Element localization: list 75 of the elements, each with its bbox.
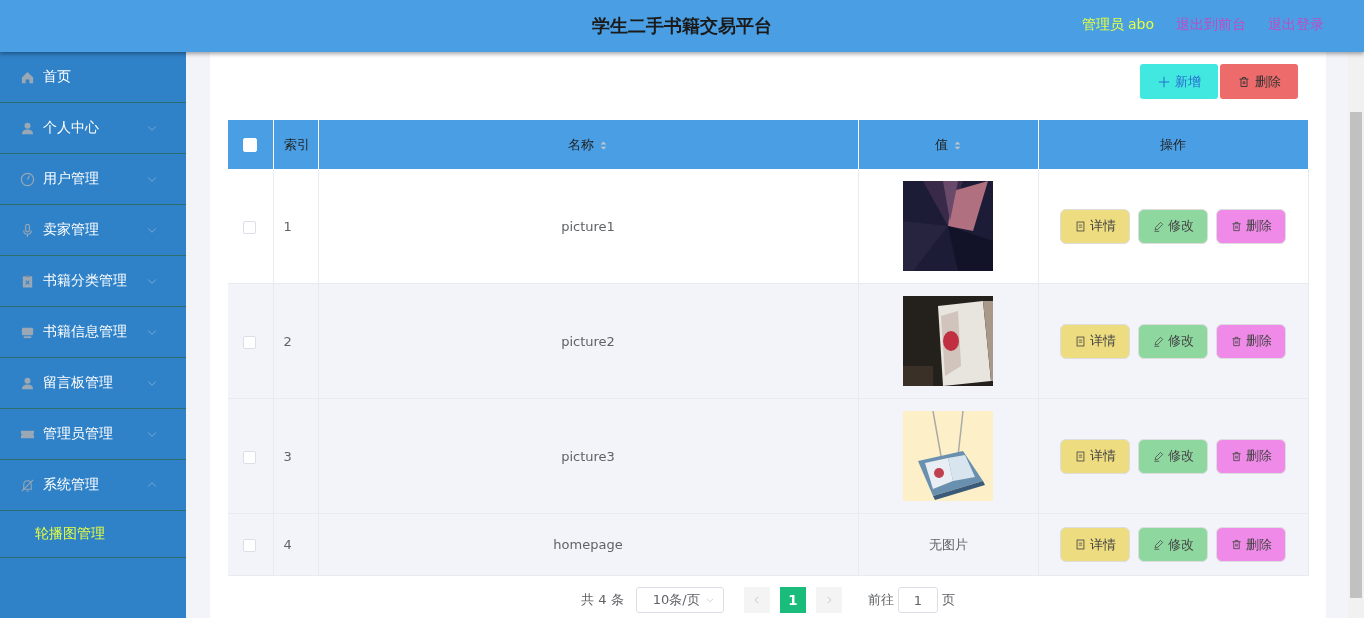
chevron-down-icon xyxy=(704,595,715,605)
app-title: 学生二手书籍交易平台 xyxy=(592,15,772,36)
submenu-item[interactable]: 轮播图管理 xyxy=(0,511,186,558)
gauge-icon xyxy=(20,171,35,187)
person-icon xyxy=(20,120,35,136)
sidebar-item[interactable]: 书籍分类管理 xyxy=(0,256,186,307)
name-cell: homepage xyxy=(553,537,623,552)
trash-icon xyxy=(1230,220,1242,232)
row-checkbox[interactable] xyxy=(243,220,256,234)
index-cell: 4 xyxy=(283,537,292,552)
pencil-icon xyxy=(1152,450,1164,462)
sidebar-item[interactable]: 书籍信息管理 xyxy=(0,307,186,358)
pencil-icon xyxy=(1152,220,1164,232)
document-icon xyxy=(1074,220,1086,232)
name-cell: picture3 xyxy=(561,448,615,464)
bell-off-icon xyxy=(20,477,35,493)
sidebar-item[interactable]: 卖家管理 xyxy=(0,205,186,256)
pencil-icon xyxy=(1152,335,1164,347)
delete-button[interactable]: 删除 xyxy=(1216,323,1286,359)
sidebar-item[interactable]: 用户管理 xyxy=(0,154,186,205)
page-input[interactable]: 1 xyxy=(897,587,938,613)
column-header: 操作 xyxy=(1160,136,1186,152)
home-icon xyxy=(20,69,35,85)
sidebar-item[interactable]: 个人中心 xyxy=(0,103,186,154)
goto-label: 前往 xyxy=(867,591,894,609)
row-checkbox[interactable] xyxy=(243,539,256,552)
column-header[interactable]: 名称 xyxy=(568,136,594,152)
column-header[interactable]: 值 xyxy=(934,136,948,152)
total-count: 共 4 条 xyxy=(581,591,624,609)
details-button[interactable]: 详情 xyxy=(1060,438,1130,474)
row-checkbox[interactable] xyxy=(243,450,256,464)
edit-button[interactable]: 修改 xyxy=(1138,527,1208,562)
document-icon xyxy=(1074,539,1086,550)
page-size-select[interactable]: 10条/页 xyxy=(635,587,724,613)
sidebar-item[interactable]: 系统管理 xyxy=(0,460,186,511)
scrollbar[interactable] xyxy=(1348,52,1364,618)
edit-button[interactable]: 修改 xyxy=(1138,208,1208,244)
microphone-icon xyxy=(20,222,35,238)
sidebar-item[interactable]: 留言板管理 xyxy=(0,358,186,409)
clipboard-icon xyxy=(20,273,35,289)
pencil-icon xyxy=(1152,539,1164,550)
details-button[interactable]: 详情 xyxy=(1060,323,1130,359)
edit-button[interactable]: 修改 xyxy=(1138,323,1208,359)
row-checkbox[interactable] xyxy=(243,335,256,349)
user-label: 管理员 abo xyxy=(1081,16,1154,34)
name-cell: picture2 xyxy=(561,333,615,349)
trash-icon xyxy=(1230,335,1242,347)
index-cell: 1 xyxy=(283,218,292,234)
document-icon xyxy=(1074,335,1086,347)
next-page-button[interactable] xyxy=(815,587,842,613)
add-button[interactable]: 新增 xyxy=(1140,64,1218,99)
person-icon xyxy=(20,375,35,391)
previous-page-button[interactable] xyxy=(743,587,770,613)
page-number[interactable]: 1 xyxy=(779,587,806,613)
delete-button[interactable]: 删除 xyxy=(1216,438,1286,474)
sidebar-item[interactable]: 首页 xyxy=(0,52,186,103)
document-icon xyxy=(1074,450,1086,462)
trash-icon xyxy=(1237,75,1250,88)
trash-icon xyxy=(1230,539,1242,550)
delete-button[interactable]: 删除 xyxy=(1220,64,1298,99)
trash-icon xyxy=(1230,450,1242,462)
details-button[interactable]: 详情 xyxy=(1060,527,1130,562)
select-all-checkbox[interactable] xyxy=(243,138,258,153)
value-cell: 无图片 xyxy=(928,536,968,552)
plus-icon xyxy=(1157,75,1170,88)
delete-button[interactable]: 删除 xyxy=(1216,208,1286,244)
index-cell: 3 xyxy=(283,448,292,464)
delete-button[interactable]: 删除 xyxy=(1216,527,1286,562)
name-cell: picture1 xyxy=(561,218,615,234)
page-suffix: 页 xyxy=(941,591,955,609)
edit-button[interactable]: 修改 xyxy=(1138,438,1208,474)
column-header: 索引 xyxy=(283,136,310,152)
sidebar-item[interactable]: 管理员管理 xyxy=(0,409,186,460)
index-cell: 2 xyxy=(283,333,292,349)
details-button[interactable]: 详情 xyxy=(1060,208,1130,244)
